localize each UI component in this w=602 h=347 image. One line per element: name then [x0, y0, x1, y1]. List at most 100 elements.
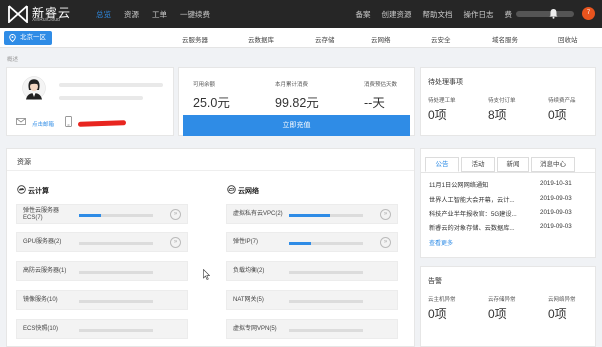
usage-bar — [289, 214, 363, 217]
resource-name: 负载均衡(2) — [233, 268, 265, 274]
resource-row-slb[interactable]: 负载均衡(2) — [226, 261, 398, 281]
resource-row-vpn[interactable]: 虚拟专网VPN(5) — [226, 319, 398, 339]
pending-tickets-label: 待处理工单 — [428, 98, 456, 104]
news-item-title[interactable]: 世界人工智能大会开幕，云计... — [429, 195, 515, 204]
notification-badge[interactable]: 7 — [582, 7, 595, 20]
resource-name: 弹性云服务器ECS(7) — [23, 208, 60, 221]
resource-row-snapshot[interactable]: ECS快照(10) — [16, 319, 188, 339]
news-item-date: 2019-09-03 — [540, 223, 572, 230]
usage-fill — [289, 242, 312, 245]
product-nav: 云服务器 云数据库 云存储 云网络 云安全 域名服务 回收站 — [170, 28, 602, 48]
unpaid-orders-value[interactable]: 8项 — [488, 106, 507, 123]
available-balance-value: 25.0元 — [193, 96, 230, 110]
link-create-resource[interactable]: 创建资源 — [382, 9, 412, 20]
link-icp[interactable]: 备案 — [356, 9, 371, 20]
arrow-right-icon[interactable]: » — [170, 209, 181, 220]
resource-row-image[interactable]: 镜像服务(10) — [16, 290, 188, 310]
category-compute: 云计算 — [28, 188, 49, 195]
resource-name: ECS快照(10) — [23, 326, 59, 332]
mouse-cursor-icon — [203, 269, 210, 280]
monthly-spend-value: 99.82元 — [275, 96, 319, 110]
region-selector[interactable]: 北京一区 — [4, 31, 52, 45]
link-operation-log[interactable]: 操作日志 — [464, 9, 494, 20]
network-alerts-label: 云网络异常 — [548, 297, 576, 303]
resource-row-eip[interactable]: 弹性IP(7) » — [226, 232, 398, 252]
storage-alerts-value[interactable]: 0项 — [488, 305, 507, 322]
resource-row-nat[interactable]: NAT网关(5) — [226, 290, 398, 310]
brand-name-en: XinRuiCloud — [32, 17, 60, 23]
estimated-days-value: --天 — [364, 96, 385, 110]
resource-name: 虚拟私有云VPC(2) — [233, 211, 283, 217]
bell-icon[interactable] — [549, 8, 558, 19]
subnav-domain[interactable]: 域名服务 — [492, 34, 518, 44]
nav-resources[interactable]: 资源 — [124, 9, 139, 20]
phone-icon — [65, 116, 72, 127]
news-item-title[interactable]: 11月1日公网网络通知 — [429, 180, 488, 189]
verify-email-link[interactable]: 点击邮箱 — [32, 120, 54, 128]
arrow-right-icon[interactable]: » — [170, 237, 181, 248]
nav-tickets[interactable]: 工单 — [152, 9, 167, 20]
renew-products-label: 待续费产品 — [548, 98, 576, 104]
arrow-right-icon[interactable]: » — [380, 237, 391, 248]
news-item-date: 2019-09-03 — [540, 195, 572, 202]
arrow-right-icon[interactable]: » — [380, 209, 391, 220]
nav-overview[interactable]: 总览 — [96, 9, 111, 20]
view-more-link[interactable]: 查看更多 — [429, 238, 453, 247]
renew-products-value[interactable]: 0项 — [548, 106, 567, 123]
network-alerts-value[interactable]: 0项 — [548, 305, 567, 322]
user-menu[interactable]: 费 — [505, 9, 513, 20]
region-label: 北京一区 — [20, 34, 46, 41]
resource-name: 高防云服务器(1) — [23, 268, 67, 274]
pending-title: 待处理事项 — [428, 79, 463, 86]
usage-bar — [289, 300, 363, 303]
username-blurred — [59, 83, 163, 87]
host-alerts-label: 云主机异常 — [428, 297, 456, 303]
usage-bar — [79, 242, 153, 245]
main-nav: 总览 资源 工单 一键续费 — [96, 0, 223, 28]
usage-bar — [289, 242, 363, 245]
avatar — [22, 76, 46, 100]
usage-fill — [289, 214, 330, 217]
tab-activities[interactable]: 活动 — [461, 157, 495, 172]
nav-renew[interactable]: 一键续费 — [180, 9, 210, 20]
subnav-cloud-network[interactable]: 云网络 — [371, 34, 391, 44]
cloud-network-icon — [227, 185, 236, 194]
resource-row-vpc[interactable]: 虚拟私有云VPC(2) » — [226, 204, 398, 224]
usage-bar — [289, 329, 363, 332]
host-alerts-value[interactable]: 0项 — [428, 305, 447, 322]
top-navbar: 新睿云 XinRuiCloud 总览 资源 工单 一键续费 备案 创建资源 帮助… — [0, 0, 602, 28]
tab-announcements[interactable]: 公告 — [425, 157, 459, 172]
tab-news[interactable]: 新闻 — [497, 157, 529, 172]
breadcrumb: 概述 — [7, 57, 19, 63]
tab-message-center[interactable]: 消息中心 — [531, 157, 575, 172]
brand-logo[interactable]: 新睿云 XinRuiCloud — [8, 3, 88, 25]
divider — [7, 170, 414, 171]
usage-bar — [79, 214, 153, 217]
recharge-button[interactable]: 立即充值 — [183, 115, 410, 136]
usage-fill — [79, 214, 102, 217]
news-item-date: 2019-09-03 — [540, 209, 572, 216]
subnav-recycle-bin[interactable]: 回收站 — [558, 34, 578, 44]
category-network: 云网络 — [238, 188, 259, 195]
logo-mark-icon — [8, 5, 28, 23]
usage-bar — [289, 271, 363, 274]
resource-row-ecs[interactable]: 弹性云服务器ECS(7) » — [16, 204, 188, 224]
usage-bar — [79, 300, 153, 303]
mail-icon — [16, 118, 26, 125]
link-help-docs[interactable]: 帮助文档 — [423, 9, 453, 20]
subnav-cloud-database[interactable]: 云数据库 — [248, 34, 274, 44]
account-info-blurred — [59, 96, 143, 100]
news-item-title[interactable]: 科技产业半年报收官：5G建设... — [429, 209, 517, 218]
estimated-days-label: 消费预估天数 — [364, 82, 398, 88]
resource-name: 镜像服务(10) — [23, 297, 58, 303]
news-item-title[interactable]: 新睿云的对象存储、云数据库... — [429, 223, 515, 232]
usage-bar — [79, 329, 153, 332]
subnav-cloud-security[interactable]: 云安全 — [431, 34, 451, 44]
resource-row-ddos-server[interactable]: 高防云服务器(1) — [16, 261, 188, 281]
subnav-cloud-server[interactable]: 云服务器 — [182, 34, 208, 44]
divider — [421, 172, 595, 173]
pending-tickets-value[interactable]: 0项 — [428, 106, 447, 123]
location-pin-icon — [9, 34, 16, 42]
resource-row-gpu[interactable]: GPU服务器(2) » — [16, 232, 188, 252]
subnav-cloud-storage[interactable]: 云存储 — [315, 34, 335, 44]
